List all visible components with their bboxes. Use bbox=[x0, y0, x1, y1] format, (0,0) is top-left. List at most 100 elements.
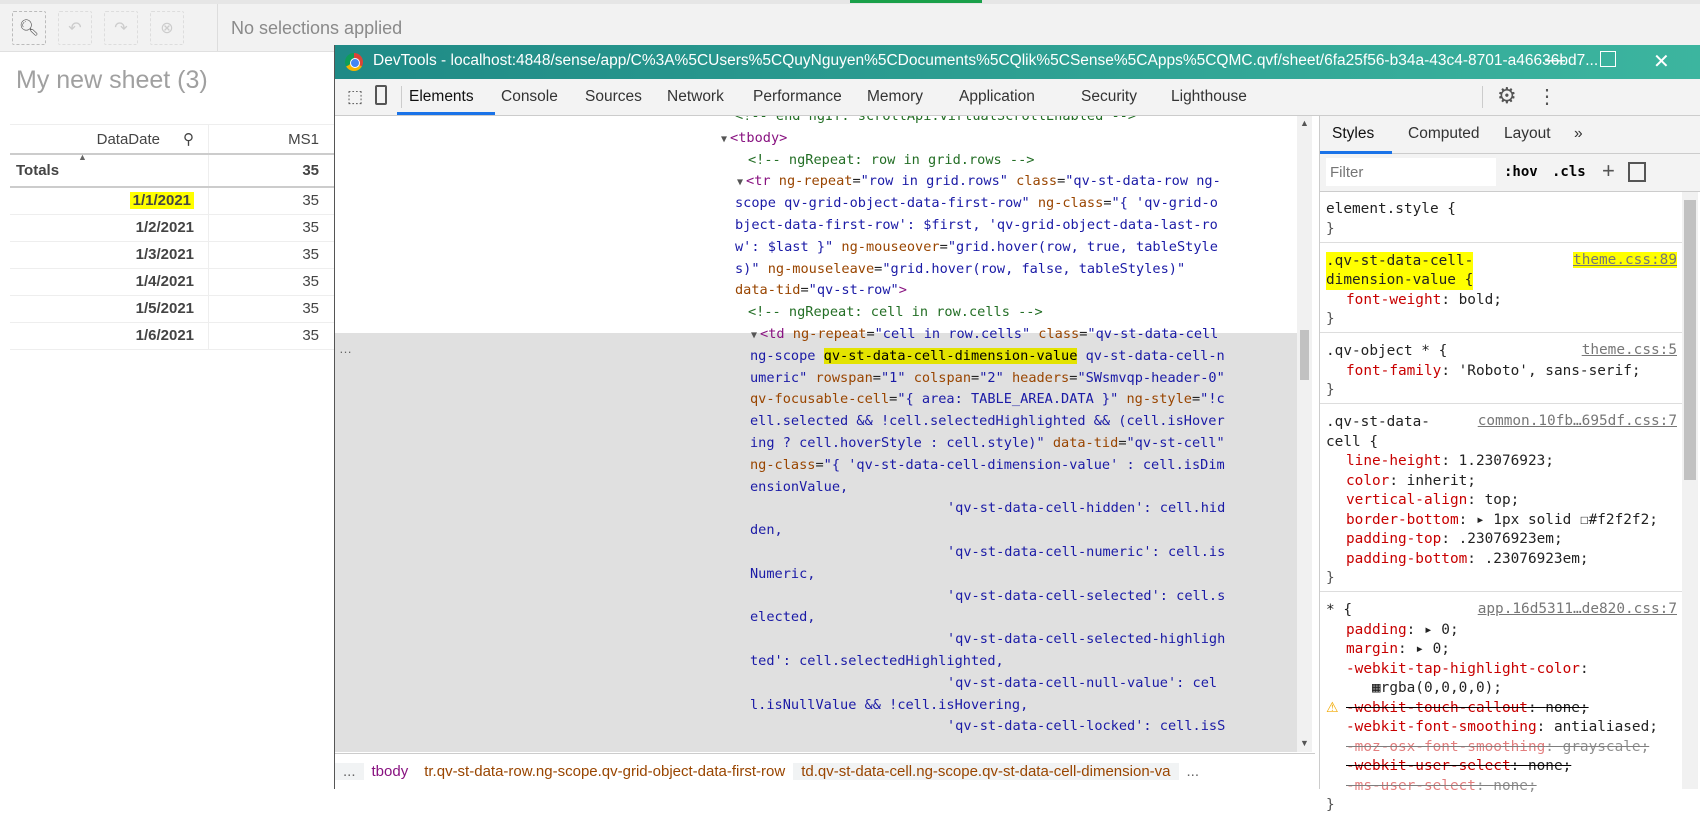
css-property[interactable]: padding: ▸ 0; bbox=[1346, 621, 1459, 640]
table-row[interactable]: 1/4/2021 35 bbox=[10, 269, 340, 296]
code-line[interactable]: data-tid="qv-st-row"> bbox=[735, 280, 907, 301]
property-value[interactable]: none; bbox=[1545, 700, 1588, 716]
elements-scroll-thumb[interactable] bbox=[1300, 330, 1309, 380]
code-line[interactable]: Numeric, bbox=[750, 564, 815, 585]
css-property[interactable]: ▦rgba(0,0,0,0); bbox=[1346, 679, 1502, 698]
breadcrumb-item[interactable]: td.qv-st-data-cell.ng-scope.qv-st-data-c… bbox=[793, 763, 1179, 780]
cls-toggle[interactable]: .cls bbox=[1552, 164, 1586, 180]
close-icon[interactable]: ✕ bbox=[1653, 49, 1670, 74]
elements-tree[interactable]: … <!-- end ngIf: scrollApi.virtualScroll… bbox=[335, 116, 1297, 752]
table-row[interactable]: 1/3/2021 35 bbox=[10, 242, 340, 269]
code-line[interactable]: umeric" rowspan="1" colspan="2" headers=… bbox=[750, 368, 1225, 389]
rule-source-link[interactable]: app.16d5311…de820.css:7 bbox=[1478, 601, 1677, 617]
property-name[interactable]: -webkit-touch-callout bbox=[1346, 700, 1528, 716]
date-cell[interactable]: 1/6/2021 bbox=[10, 323, 209, 349]
node-actions-ellipsis[interactable]: … bbox=[339, 341, 352, 356]
tab-elements[interactable]: Elements bbox=[409, 88, 474, 106]
css-property[interactable]: -webkit-font-smoothing: antialiased; bbox=[1346, 718, 1658, 737]
code-line[interactable]: ell.selected && !cell.selectedHighlighte… bbox=[750, 411, 1225, 432]
css-property[interactable]: border-bottom: ▸ 1px solid ☐#f2f2f2; bbox=[1346, 511, 1658, 530]
property-name[interactable]: margin bbox=[1346, 641, 1398, 657]
rule-selector[interactable]: cell { bbox=[1326, 433, 1378, 452]
code-line[interactable]: 'qv-st-data-cell-hidden': cell.hid bbox=[947, 498, 1225, 519]
date-cell[interactable]: 1/1/2021 bbox=[10, 188, 209, 214]
minimize-icon[interactable]: — bbox=[1545, 49, 1565, 72]
step-forward-icon[interactable]: ↷ bbox=[104, 10, 138, 45]
header-ms1[interactable]: MS1 bbox=[209, 125, 333, 153]
code-line[interactable]: qv-focusable-cell = "{ area: TABLE_AREA.DA… bbox=[750, 389, 1225, 410]
property-value[interactable]: inherit; bbox=[1407, 473, 1476, 489]
date-cell[interactable]: 1/4/2021 bbox=[10, 269, 209, 295]
rule-selector[interactable]: .qv-st-data- bbox=[1326, 413, 1430, 432]
code-line[interactable]: ted': cell.selectedHighlighted, bbox=[750, 651, 1004, 672]
code-line[interactable]: 'qv-st-data-cell-numeric': cell.is bbox=[947, 542, 1225, 563]
property-name[interactable]: padding-bottom bbox=[1346, 551, 1467, 567]
property-name[interactable]: font-weight bbox=[1346, 292, 1441, 308]
property-name[interactable]: padding-top bbox=[1346, 531, 1441, 547]
tab-performance[interactable]: Performance bbox=[753, 88, 842, 106]
tab-lighthouse[interactable]: Lighthouse bbox=[1171, 88, 1247, 106]
css-property[interactable]: -webkit-tap-highlight-color: bbox=[1346, 660, 1597, 679]
styles-filter-input[interactable] bbox=[1326, 158, 1496, 186]
breadcrumb-item[interactable]: tr.qv-st-data-row.ng-scope.qv-grid-objec… bbox=[416, 763, 793, 780]
date-cell[interactable]: 1/3/2021 bbox=[10, 242, 209, 268]
css-property[interactable]: padding-top: .23076923em; bbox=[1346, 530, 1563, 549]
property-name[interactable]: -webkit-tap-highlight-color bbox=[1346, 661, 1580, 677]
property-name[interactable]: -webkit-font-smoothing bbox=[1346, 719, 1537, 735]
property-value[interactable]: none; bbox=[1493, 778, 1536, 794]
breadcrumb-item[interactable]: ... bbox=[335, 763, 364, 780]
code-line[interactable]: ing ? cell.hoverStyle : cell.style)" dat… bbox=[750, 433, 1225, 454]
code-line[interactable]: ▼ <td ng-repeat="cell in row.cells" class… bbox=[751, 324, 1218, 345]
rule-selector[interactable]: dimension-value { bbox=[1326, 271, 1474, 290]
rule-selector[interactable]: .qv-object * { bbox=[1326, 342, 1447, 361]
property-name[interactable]: padding bbox=[1346, 622, 1407, 638]
code-line[interactable]: 'qv-st-data-cell-selected-highligh bbox=[947, 629, 1225, 650]
tab-security[interactable]: Security bbox=[1081, 88, 1137, 106]
css-property[interactable]: -ms-user-select: none; bbox=[1346, 777, 1537, 796]
code-line[interactable]: s)" ng-mouseleave="grid.hover(row, false… bbox=[735, 259, 1185, 280]
code-line[interactable]: <!-- end ngIf: scrollApi.virtualScrollEn… bbox=[735, 116, 1136, 127]
property-value[interactable]: bold; bbox=[1459, 292, 1502, 308]
toggle-sidebar-icon[interactable] bbox=[1628, 162, 1646, 182]
code-line[interactable]: den, bbox=[750, 520, 783, 541]
property-value[interactable]: antialiased; bbox=[1554, 719, 1658, 735]
step-back-icon[interactable]: ↶ bbox=[58, 10, 92, 45]
styles-tab-1[interactable]: Computed bbox=[1408, 125, 1480, 143]
property-value[interactable]: 1.23076923; bbox=[1459, 453, 1554, 469]
css-property[interactable]: color: inherit; bbox=[1346, 472, 1476, 491]
header-datadate[interactable]: DataDate ⚲ ▲ bbox=[10, 125, 209, 162]
code-line[interactable]: ng-scope qv-st-data-cell-dimension-value… bbox=[750, 346, 1225, 367]
property-name[interactable]: color bbox=[1346, 473, 1389, 489]
tab-application[interactable]: Application bbox=[959, 88, 1035, 106]
tab-console[interactable]: Console bbox=[501, 88, 558, 106]
styles-scrollbar[interactable] bbox=[1682, 192, 1698, 789]
more-options-icon[interactable]: ⋮ bbox=[1537, 84, 1557, 109]
css-property[interactable]: padding-bottom: .23076923em; bbox=[1346, 550, 1589, 569]
expand-triangle-icon[interactable]: ▼ bbox=[751, 330, 757, 341]
code-line[interactable]: 'qv-st-data-cell-selected': cell.s bbox=[947, 586, 1225, 607]
code-line[interactable]: <!-- ngRepeat: cell in row.cells --> bbox=[748, 302, 1043, 323]
property-name[interactable]: font-family bbox=[1346, 363, 1441, 379]
date-cell[interactable]: 1/2/2021 bbox=[10, 215, 209, 241]
tab-memory[interactable]: Memory bbox=[867, 88, 923, 106]
expand-triangle-icon[interactable]: ▼ bbox=[721, 134, 727, 145]
hov-toggle[interactable]: :hov bbox=[1504, 164, 1538, 180]
breadcrumb-item[interactable]: tbody bbox=[364, 763, 417, 780]
property-value[interactable]: ▸ 1px solid ☐#f2f2f2; bbox=[1476, 512, 1658, 528]
rule-source-link[interactable]: theme.css:5 bbox=[1582, 342, 1677, 358]
code-line[interactable]: scope qv-grid-object-data-first-row" ng-… bbox=[735, 193, 1218, 214]
styles-tab-0[interactable]: Styles bbox=[1332, 125, 1374, 143]
smart-search-icon[interactable]: 🔍︎ bbox=[12, 10, 46, 45]
property-name[interactable]: vertical-align bbox=[1346, 492, 1467, 508]
styles-tab-2[interactable]: Layout bbox=[1504, 125, 1551, 143]
css-property[interactable]: line-height: 1.23076923; bbox=[1346, 452, 1554, 471]
code-line[interactable]: ▼ <tr ng-repeat="row in grid.rows" class=… bbox=[737, 171, 1221, 192]
table-row[interactable]: 1/6/2021 35 bbox=[10, 323, 340, 350]
new-rule-icon[interactable]: + bbox=[1602, 158, 1615, 184]
code-line[interactable]: 'qv-st-data-cell-null-value': cel bbox=[947, 673, 1217, 694]
css-property[interactable]: -moz-osx-font-smoothing: grayscale; bbox=[1346, 738, 1649, 757]
property-value[interactable]: .23076923em; bbox=[1459, 531, 1563, 547]
clear-selections-icon[interactable]: ⊗ bbox=[150, 10, 184, 45]
css-property[interactable]: vertical-align: top; bbox=[1346, 491, 1519, 510]
property-value[interactable]: none; bbox=[1528, 758, 1571, 774]
